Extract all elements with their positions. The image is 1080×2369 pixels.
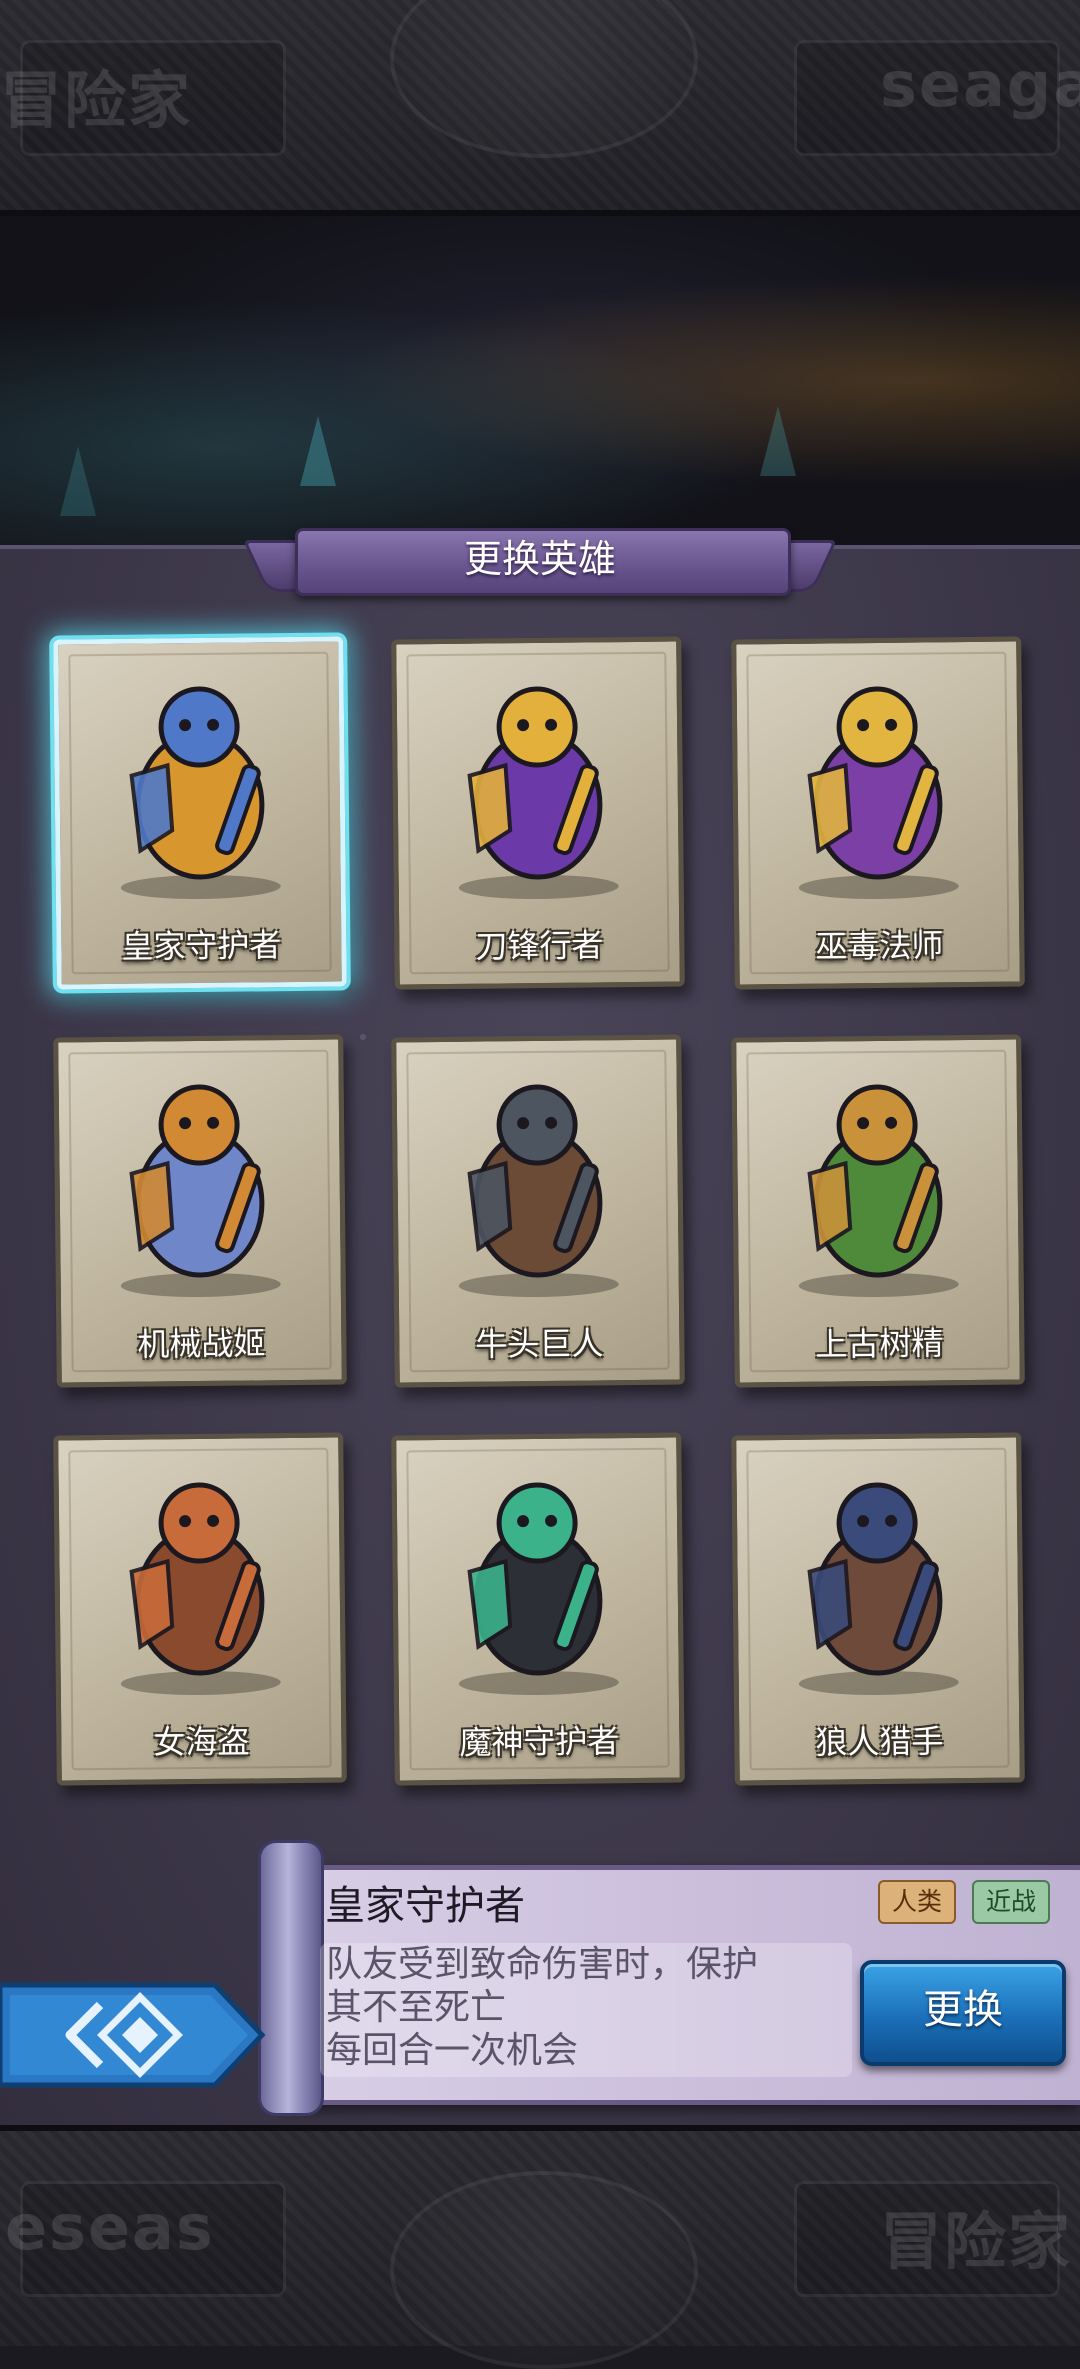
hero-card[interactable]: 魔神守护者 — [391, 1432, 685, 1786]
hero-name-label: 皇家守护者 — [121, 926, 282, 966]
bottom-frame: eseas 冒险家 — [0, 2125, 1080, 2369]
blade-hero-portrait-icon — [467, 686, 603, 880]
hero-card[interactable]: 巫毒法师 — [731, 636, 1025, 990]
crystal-icon — [60, 446, 96, 516]
frame-watermark-top-left: 冒险家 — [0, 64, 193, 137]
dialog-title: 更换英雄 — [463, 537, 616, 581]
skull-hero-portrait-icon — [807, 686, 943, 880]
frame-emblem-bottom — [390, 2171, 698, 2369]
hero-name-label: 机械战姬 — [137, 1324, 266, 1364]
treant-hero-portrait-icon — [807, 1084, 943, 1278]
frame-watermark-bottom-right: 冒险家 — [880, 2205, 1073, 2278]
hero-card[interactable]: 皇家守护者 — [53, 636, 347, 990]
title-banner: 更换英雄 — [242, 520, 838, 600]
hero-card[interactable]: 上古树精 — [731, 1034, 1025, 1388]
bull-hero-portrait-icon — [467, 1084, 603, 1278]
background-scene — [0, 216, 1080, 546]
swap-hero-button[interactable]: 更换 — [860, 1960, 1066, 2066]
pirate-hero-portrait-icon — [129, 1482, 265, 1676]
frame-emblem-top — [390, 0, 698, 158]
hero-name-label: 刀锋行者 — [475, 926, 604, 966]
diamond-back-icon — [0, 1982, 266, 2088]
panel-decor-dot — [360, 1034, 366, 1040]
hero-card[interactable]: 机械战姬 — [53, 1034, 347, 1388]
robot-hero-portrait-icon — [129, 1084, 265, 1278]
crystal-icon — [300, 416, 336, 486]
knight-hero-portrait-icon — [129, 686, 265, 880]
hero-skill-description: 队友受到致命伤害时，保护 其不至死亡 每回合一次机会 — [320, 1943, 852, 2077]
role-tag: 近战 — [972, 1880, 1051, 1924]
hero-card[interactable]: 刀锋行者 — [391, 636, 685, 990]
top-frame: 冒险家 seaga — [0, 0, 1080, 216]
hero-name-label: 上古树精 — [815, 1324, 944, 1364]
hero-name-label: 女海盗 — [153, 1722, 250, 1762]
hero-name-label: 牛头巨人 — [475, 1324, 604, 1364]
crystal-icon — [760, 406, 796, 476]
hero-card[interactable]: 狼人猎手 — [731, 1432, 1025, 1786]
hero-card[interactable]: 女海盗 — [53, 1432, 347, 1786]
hero-name-label: 巫毒法师 — [815, 926, 944, 966]
demon-hero-portrait-icon — [467, 1482, 603, 1676]
hero-name-label: 魔神守护者 — [459, 1722, 620, 1762]
selected-hero-name: 皇家守护者 — [325, 1883, 525, 1929]
race-tag: 人类 — [878, 1880, 957, 1924]
back-button[interactable] — [0, 1965, 270, 2105]
frame-watermark-bottom-left: eseas — [5, 2191, 215, 2264]
wolf-hero-portrait-icon — [807, 1482, 943, 1676]
hero-card[interactable]: 牛头巨人 — [391, 1034, 685, 1388]
frame-watermark-top-right: seaga — [880, 48, 1080, 121]
hero-name-label: 狼人猎手 — [815, 1722, 944, 1762]
